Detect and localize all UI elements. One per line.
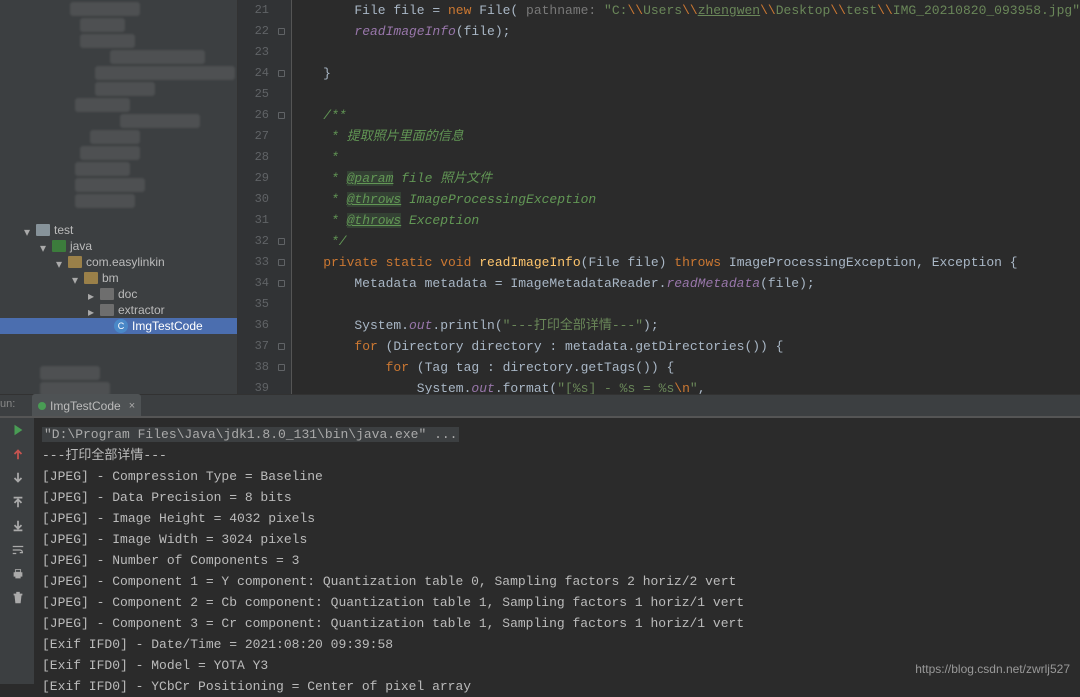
code-line-32[interactable]: */ (292, 231, 1080, 252)
tree-item-doc[interactable]: ▸ doc (0, 286, 237, 302)
console-line: [JPEG] - Compression Type = Baseline (42, 466, 1072, 487)
console-line: [JPEG] - Image Height = 4032 pixels (42, 508, 1072, 529)
run-toolbar (0, 418, 34, 684)
code-line-25[interactable] (292, 84, 1080, 105)
console-line: [Exif IFD0] - YCbCr Positioning = Center… (42, 676, 1072, 697)
fold-icon[interactable] (278, 238, 285, 245)
wrap-icon[interactable] (10, 542, 26, 558)
close-icon[interactable]: × (129, 400, 135, 412)
fold-icon[interactable] (278, 112, 285, 119)
package-icon (68, 256, 82, 268)
fold-icon[interactable] (278, 343, 285, 350)
down-icon[interactable] (10, 470, 26, 486)
blurred-tree-top (0, 0, 238, 210)
console-line: [JPEG] - Number of Components = 3 (42, 550, 1072, 571)
code-line-26[interactable]: /** (292, 105, 1080, 126)
package-icon (100, 304, 114, 316)
code-editor[interactable]: 21222324252627282930313233343536373839 F… (238, 0, 1080, 394)
folder-icon (36, 224, 50, 236)
console-line: [Exif IFD0] - Date/Time = 2021:08:20 09:… (42, 634, 1072, 655)
tree-item-label: com.easylinkin (86, 255, 165, 269)
package-icon (100, 288, 114, 300)
tree-item-label: java (70, 239, 92, 253)
console-line: [JPEG] - Image Width = 3024 pixels (42, 529, 1072, 550)
console-command: "D:\Program Files\Java\jdk1.8.0_131\bin\… (42, 424, 1072, 445)
watermark: https://blog.csdn.net/zwrlj527 (915, 662, 1070, 676)
down-to-icon[interactable] (10, 518, 26, 534)
folder-icon (52, 240, 66, 252)
code-line-29[interactable]: * @param file 照片文件 (292, 168, 1080, 189)
tree-item-label: test (54, 223, 73, 237)
tree-item-bm[interactable]: ▾ bm (0, 270, 237, 286)
tree-item-label: extractor (118, 303, 165, 317)
code-line-30[interactable]: * @throws ImageProcessingException (292, 189, 1080, 210)
code-line-33[interactable]: private static void readImageInfo(File f… (292, 252, 1080, 273)
code-line-27[interactable]: * 提取照片里面的信息 (292, 126, 1080, 147)
console-line: [JPEG] - Data Precision = 8 bits (42, 487, 1072, 508)
console-line: ---打印全部详情--- (42, 445, 1072, 466)
tree-item-ImgTestCode[interactable]: C ImgTestCode (0, 318, 237, 334)
up-to-icon[interactable] (10, 494, 26, 510)
line-gutter: 21222324252627282930313233343536373839 (238, 0, 292, 394)
code-line-39[interactable]: System.out.format("[%s] - %s = %s\n", (292, 378, 1080, 394)
tree-item-label: ImgTestCode (132, 319, 203, 333)
tree-item-label: doc (118, 287, 137, 301)
fold-icon[interactable] (278, 28, 285, 35)
code-line-22[interactable]: readImageInfo(file); (292, 21, 1080, 42)
rerun-icon[interactable] (10, 422, 26, 438)
console-line: [JPEG] - Component 3 = Cr component: Qua… (42, 613, 1072, 634)
run-tab-bar: ImgTestCode × (0, 394, 1080, 417)
code-lines[interactable]: File file = new File( pathname: "C:\\Use… (292, 0, 1080, 394)
expand-icon[interactable]: ▸ (88, 289, 98, 299)
package-icon (84, 272, 98, 284)
tree-item-test[interactable]: ▾ test (0, 222, 237, 238)
project-tree[interactable]: ▾ test ▾ java ▾ com.easylinkin ▾ bm ▸ doc ▸ extract… (0, 0, 238, 394)
console-output[interactable]: "D:\Program Files\Java\jdk1.8.0_131\bin\… (34, 418, 1080, 684)
expand-icon[interactable]: ▾ (40, 241, 50, 251)
run-config-tab[interactable]: ImgTestCode × (32, 394, 141, 416)
fold-icon[interactable] (278, 280, 285, 287)
expand-icon[interactable]: ▸ (88, 305, 98, 315)
print-icon[interactable] (10, 566, 26, 582)
console-line: [JPEG] - Component 2 = Cb component: Qua… (42, 592, 1072, 613)
code-line-38[interactable]: for (Tag tag : directory.getTags()) { (292, 357, 1080, 378)
run-status-icon (38, 402, 46, 410)
tree-item-java[interactable]: ▾ java (0, 238, 237, 254)
trash-icon[interactable] (10, 590, 26, 606)
code-line-34[interactable]: Metadata metadata = ImageMetadataReader.… (292, 273, 1080, 294)
code-line-36[interactable]: System.out.println("---打印全部详情---"); (292, 315, 1080, 336)
console-line: [JPEG] - Component 1 = Y component: Quan… (42, 571, 1072, 592)
tree-item-com.easylinkin[interactable]: ▾ com.easylinkin (0, 254, 237, 270)
code-line-35[interactable] (292, 294, 1080, 315)
code-line-31[interactable]: * @throws Exception (292, 210, 1080, 231)
code-line-37[interactable]: for (Directory directory : metadata.getD… (292, 336, 1080, 357)
fold-icon[interactable] (278, 259, 285, 266)
expand-icon[interactable]: ▾ (72, 273, 82, 283)
stop-icon[interactable] (10, 446, 26, 462)
expand-icon[interactable]: ▾ (56, 257, 66, 267)
code-line-23[interactable] (292, 42, 1080, 63)
tree-item-extractor[interactable]: ▸ extractor (0, 302, 237, 318)
tree-item-label: bm (102, 271, 119, 285)
expand-icon[interactable]: ▾ (24, 225, 34, 235)
fold-icon[interactable] (278, 364, 285, 371)
code-line-21[interactable]: File file = new File( pathname: "C:\\Use… (292, 0, 1080, 21)
fold-icon[interactable] (278, 70, 285, 77)
class-icon: C (114, 319, 128, 333)
run-panel-label: un: (0, 398, 12, 410)
code-line-24[interactable]: } (292, 63, 1080, 84)
run-config-name: ImgTestCode (50, 399, 121, 413)
code-line-28[interactable]: * (292, 147, 1080, 168)
